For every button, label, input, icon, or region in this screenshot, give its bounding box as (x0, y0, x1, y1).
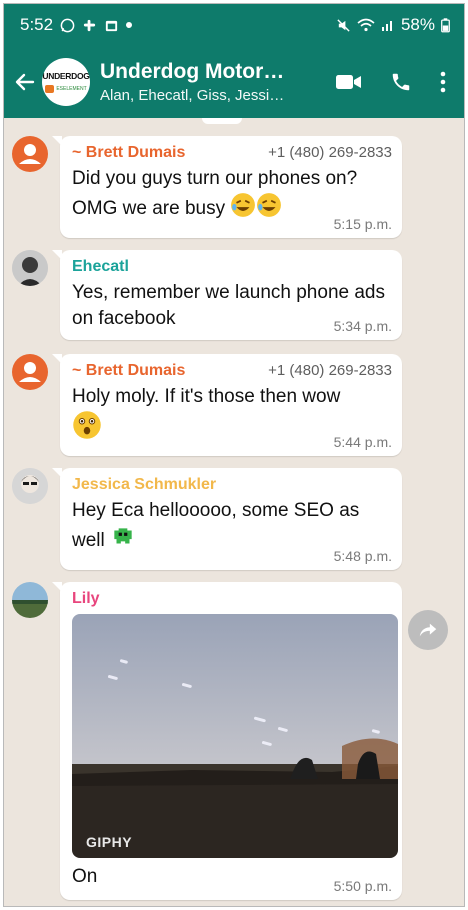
giphy-attribution: GIPHY (86, 834, 133, 850)
battery-percent: 58% (400, 15, 435, 34)
message-sender[interactable]: ~ Brett Dumais (72, 144, 185, 162)
rolling-laughing-emoji-icon (257, 193, 282, 217)
sender-phone: +1 (480) 269-2833 (268, 144, 392, 161)
message-sender[interactable]: Lily (72, 590, 100, 608)
partial-message-tail (202, 118, 242, 124)
slack-icon (83, 19, 96, 31)
rolling-laughing-emoji-icon (231, 193, 256, 217)
profile-photo-icon (12, 250, 48, 286)
message-sender[interactable]: Ehecatl (72, 258, 129, 276)
battery-icon (441, 17, 450, 32)
gif-preview-image (72, 614, 398, 858)
eselement-logo-icon (45, 85, 55, 93)
more-options-icon[interactable] (440, 71, 446, 93)
message-bubble[interactable]: Ehecatl Yes, remember we launch phone ad… (52, 250, 402, 340)
back-button[interactable] (10, 70, 40, 94)
alien-monster-emoji-icon (114, 528, 132, 544)
message-bubble[interactable]: ~ Brett Dumais +1 (480) 269-2833 Did you… (52, 136, 402, 238)
chat-participants: Alan, Ehecatl, Giss, Jessi… (100, 87, 285, 104)
wifi-icon (357, 18, 375, 32)
avatar-default[interactable] (12, 354, 48, 390)
gif-media[interactable]: GIPHY (72, 614, 398, 858)
chat-area[interactable]: ~ Brett Dumais +1 (480) 269-2833 Did you… (4, 118, 464, 906)
astonished-face-emoji-icon (73, 411, 101, 439)
chat-title-area[interactable]: Underdog Motor… Alan, Ehecatl, Giss, Jes… (100, 60, 300, 104)
phone-frame: 5:52 58% UNDERDOG ESELEMENT Underdog Mot… (3, 3, 465, 907)
back-arrow-icon (15, 73, 35, 91)
avatar-default[interactable] (12, 136, 48, 172)
message-time: 5:15 p.m. (333, 216, 392, 232)
whatsapp-icon (60, 18, 75, 32)
group-avatar-brand: ESELEMENT (56, 86, 87, 92)
chat-title: Underdog Motor… (100, 60, 285, 83)
person-icon (19, 144, 41, 164)
message-time: 5:50 p.m. (333, 878, 392, 894)
profile-photo-icon (12, 582, 48, 618)
calendar-icon (105, 20, 118, 31)
avatar-photo[interactable] (12, 582, 48, 618)
video-call-icon[interactable] (336, 73, 362, 91)
mute-icon (337, 18, 350, 32)
message-bubble[interactable]: Lily GIPHY On 5:50 p.m. (52, 582, 402, 900)
chat-header: UNDERDOG ESELEMENT Underdog Motor… Alan,… (4, 46, 464, 118)
group-avatar[interactable]: UNDERDOG ESELEMENT (42, 58, 90, 106)
signal-icon (381, 21, 392, 31)
voice-call-icon[interactable] (390, 71, 412, 93)
forward-icon (419, 623, 437, 637)
message-time: 5:34 p.m. (333, 318, 392, 334)
message-time: 5:44 p.m. (333, 434, 392, 450)
message-time: 5:48 p.m. (333, 548, 392, 564)
status-bar: 5:52 58% (4, 4, 464, 46)
message-sender[interactable]: ~ Brett Dumais (72, 362, 185, 380)
message-sender[interactable]: Jessica Schmukler (72, 476, 216, 494)
group-avatar-logo-text: UNDERDOG (42, 71, 90, 81)
message-bubble[interactable]: ~ Brett Dumais +1 (480) 269-2833 Holy mo… (52, 354, 402, 456)
forward-button[interactable] (408, 610, 448, 650)
message-bubble[interactable]: Jessica Schmukler Hey Eca hellooooo, som… (52, 468, 402, 570)
person-icon (19, 362, 41, 382)
sender-phone: +1 (480) 269-2833 (268, 362, 392, 379)
profile-photo-icon (12, 468, 48, 504)
avatar-photo[interactable] (12, 250, 48, 286)
message-text: Holy moly. If it's those then wow (72, 386, 341, 407)
status-time: 5:52 (20, 15, 54, 34)
avatar-photo[interactable] (12, 468, 48, 504)
message-text: Did you guys turn our phones on? OMG we … (72, 168, 358, 219)
notification-dot (126, 22, 133, 28)
